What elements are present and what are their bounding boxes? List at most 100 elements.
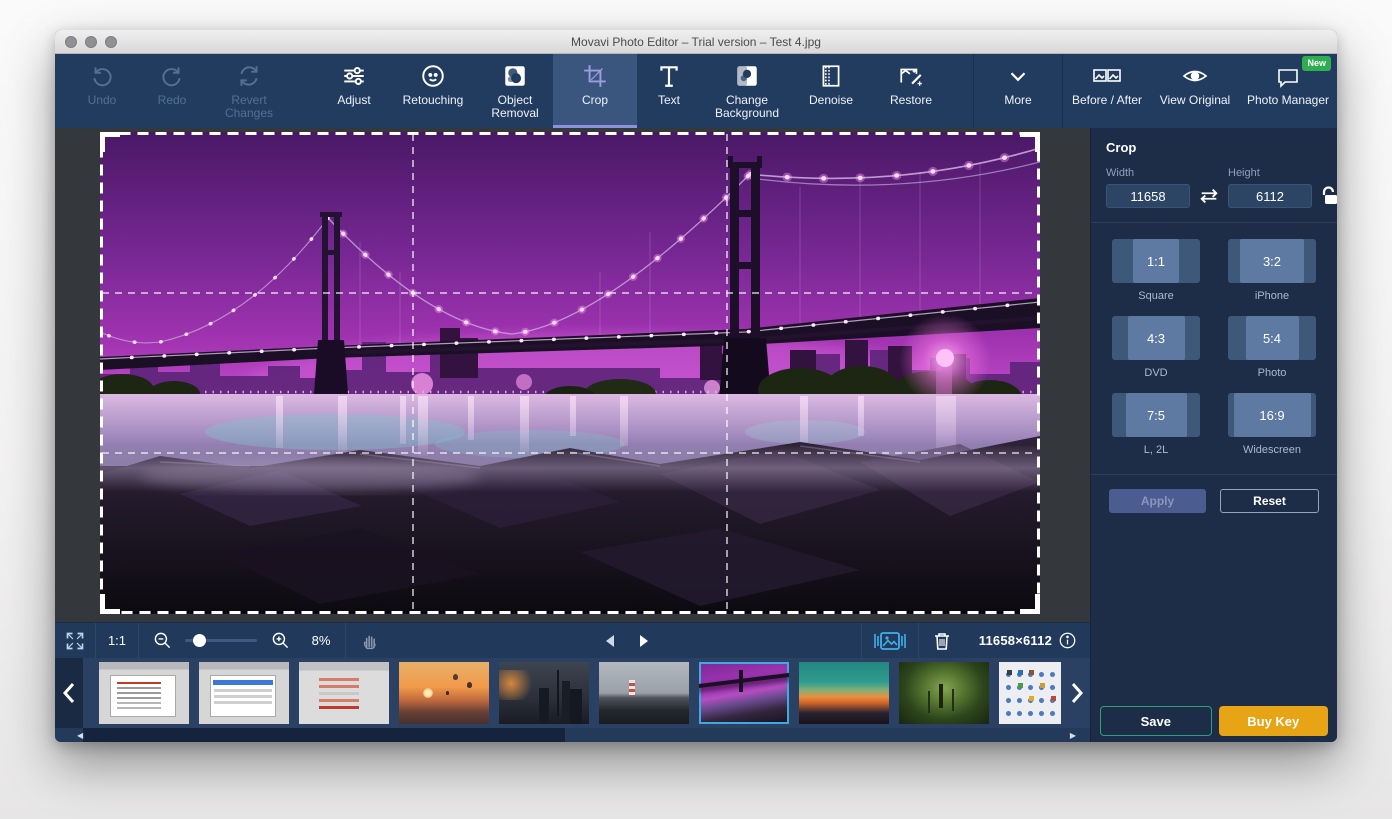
denoise-button[interactable]: Denoise (793, 54, 869, 128)
width-input[interactable] (1106, 184, 1190, 208)
thumbnail[interactable] (999, 662, 1061, 724)
before-after-icon (1092, 63, 1122, 89)
thumbnail[interactable] (599, 662, 689, 724)
retouching-face-icon (420, 63, 446, 89)
height-input[interactable] (1228, 184, 1312, 208)
window-controls (65, 36, 117, 48)
retouching-button[interactable]: Retouching (389, 54, 477, 128)
restore-wand-icon (898, 63, 924, 89)
thumbnail-scrollbar[interactable]: ◀ ▶ (55, 728, 1090, 742)
preset-iphone[interactable]: 3:2 iPhone (1225, 239, 1319, 302)
preset-photo[interactable]: 5:4 Photo (1225, 316, 1319, 379)
thumbnail[interactable] (199, 662, 289, 724)
zoom-in-button[interactable] (263, 623, 297, 659)
eye-icon (1181, 63, 1209, 89)
change-background-button[interactable]: Change Background (701, 54, 793, 128)
fit-to-screen-button[interactable] (55, 623, 95, 659)
zoom-window-icon[interactable] (105, 36, 117, 48)
fit-screen-icon (65, 631, 85, 651)
crop-corner-handles (103, 135, 1038, 612)
before-after-button[interactable]: Before / After (1063, 54, 1151, 128)
info-icon[interactable] (1059, 632, 1076, 649)
app-window: Movavi Photo Editor – Trial version – Te… (55, 30, 1337, 742)
hand-tool-button[interactable] (346, 623, 394, 659)
reset-button[interactable]: Reset (1220, 489, 1319, 513)
photo-manager-bubble-icon (1274, 63, 1302, 89)
trash-icon (933, 631, 951, 651)
hand-icon (360, 631, 380, 651)
text-button[interactable]: Text (637, 54, 701, 128)
zoom-slider[interactable] (185, 639, 257, 642)
scroll-right-arrow-icon[interactable]: ▶ (1070, 731, 1076, 740)
apply-button[interactable]: Apply (1109, 489, 1206, 513)
titlebar: Movavi Photo Editor – Trial version – Te… (55, 30, 1337, 54)
chevron-left-icon (62, 682, 76, 704)
photo-preview[interactable] (100, 132, 1040, 614)
preset-square[interactable]: 1:1 Square (1109, 239, 1203, 302)
zoom-slider-knob[interactable] (193, 634, 206, 647)
scrollbar-thumb[interactable] (83, 728, 565, 742)
chevron-down-icon (1005, 63, 1031, 89)
next-photo-button[interactable] (627, 623, 661, 659)
denoise-icon (818, 63, 844, 89)
swap-dimensions-button[interactable] (1198, 184, 1220, 208)
thumbnail[interactable] (499, 662, 589, 724)
image-dimensions: 11658×6112 (979, 633, 1052, 648)
thumbnail-list (99, 662, 1061, 724)
redo-icon (159, 63, 185, 89)
preset-dvd[interactable]: 4:3 DVD (1109, 316, 1203, 379)
height-label: Height (1228, 167, 1312, 179)
scroll-left-arrow-icon[interactable]: ◀ (77, 731, 83, 740)
save-button[interactable]: Save (1100, 706, 1212, 736)
thumbnail[interactable] (899, 662, 989, 724)
buy-key-button[interactable]: Buy Key (1219, 706, 1329, 736)
width-label: Width (1106, 167, 1190, 179)
crop-overlay[interactable] (100, 132, 1040, 614)
revert-changes-icon (236, 63, 262, 89)
minimize-window-icon[interactable] (85, 36, 97, 48)
crop-button[interactable]: Crop (553, 54, 637, 128)
next-icon (637, 634, 651, 648)
object-removal-icon (502, 63, 528, 89)
preset-widescreen[interactable]: 16:9 Widescreen (1225, 393, 1319, 456)
chevron-right-icon (1070, 682, 1084, 704)
thumbnail-strip (55, 658, 1090, 728)
more-button[interactable]: More (974, 54, 1062, 128)
window-title: Movavi Photo Editor – Trial version – Te… (571, 35, 821, 49)
new-badge: New (1302, 56, 1331, 71)
undo-icon (89, 63, 115, 89)
photo-manager-button[interactable]: Photo Manager New (1239, 54, 1337, 128)
thumbnail[interactable] (299, 662, 389, 724)
object-removal-button[interactable]: Object Removal (477, 54, 553, 128)
aspect-presets: 1:1 Square 3:2 iPhone 4:3 DVD 5:4 Photo … (1106, 239, 1322, 456)
canvas-area (55, 128, 1090, 622)
thumbnail[interactable] (99, 662, 189, 724)
thumbnail[interactable] (799, 662, 889, 724)
lock-aspect-button[interactable] (1320, 184, 1337, 208)
status-toolbar: 1:1 8% (55, 622, 1090, 658)
crop-icon (582, 63, 608, 89)
filmstrip-icon (873, 630, 907, 652)
thumbnails-scroll-left-button[interactable] (55, 658, 83, 728)
thumbnails-scroll-right-button[interactable] (1064, 658, 1090, 728)
adjust-sliders-icon (341, 63, 367, 89)
zoom-actual-size-button[interactable]: 1:1 (96, 623, 138, 659)
unlock-icon (1320, 185, 1337, 207)
revert-changes-button[interactable]: Revert Changes (207, 54, 291, 128)
toggle-filmstrip-button[interactable] (862, 623, 918, 659)
zoom-percent: 8% (297, 623, 345, 659)
redo-button[interactable]: Redo (137, 54, 207, 128)
thumbnail-selected[interactable] (699, 662, 789, 724)
view-original-button[interactable]: View Original (1151, 54, 1239, 128)
zoom-out-icon (153, 631, 172, 650)
delete-photo-button[interactable] (919, 623, 965, 659)
previous-photo-button[interactable] (593, 623, 627, 659)
zoom-in-icon (271, 631, 290, 650)
close-window-icon[interactable] (65, 36, 77, 48)
preset-l-2l[interactable]: 7:5 L, 2L (1109, 393, 1203, 456)
thumbnail[interactable] (399, 662, 489, 724)
adjust-button[interactable]: Adjust (319, 54, 389, 128)
undo-button[interactable]: Undo (67, 54, 137, 128)
zoom-out-button[interactable] (145, 623, 179, 659)
restore-button[interactable]: Restore (869, 54, 953, 128)
